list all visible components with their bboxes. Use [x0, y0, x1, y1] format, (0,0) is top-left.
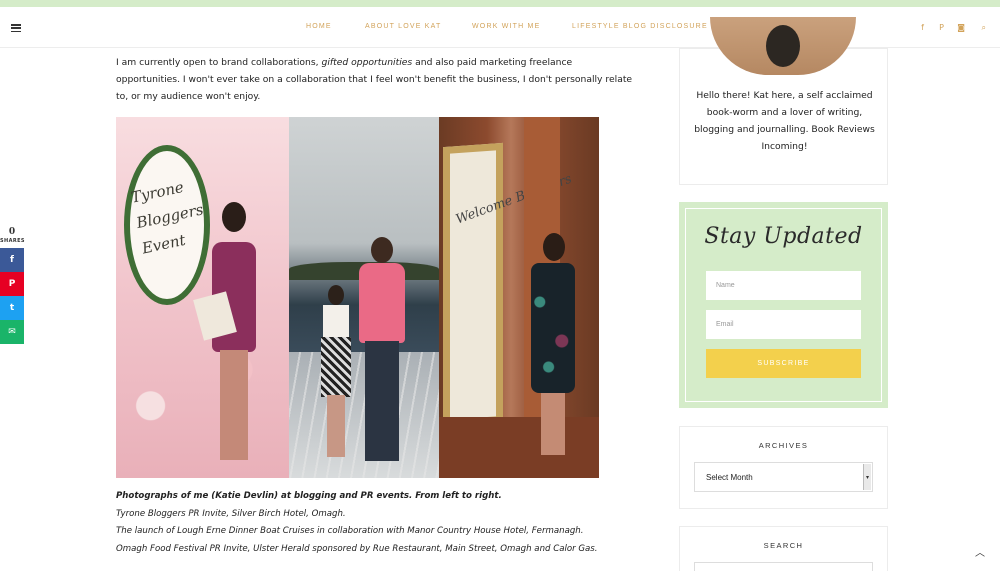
social-share-bar: 0 SHARES f P t ✉ [0, 226, 25, 344]
caption-title: Photographs of me (Katie Devlin) at blog… [116, 491, 502, 501]
search-icon[interactable]: ⌕ [982, 23, 986, 33]
nav-item-work[interactable]: WORK WITH ME [472, 23, 540, 30]
man-figure [359, 237, 405, 467]
woman-figure [319, 285, 353, 460]
photo-collage: Tyrone Bloggers Event Welcome Bloggers [116, 117, 599, 478]
newsletter-title: Stay Updated [704, 224, 863, 249]
twitter-icon: t [9, 303, 15, 313]
search-widget: SEARCH [679, 526, 888, 571]
about-text: Hello there! Kat here, a self acclaimed … [694, 90, 875, 152]
intro-text-part1: I am currently open to brand collaborati… [116, 57, 322, 68]
archives-widget: ARCHIVES Select Month ▾ [679, 426, 888, 509]
caption-line: Tyrone Bloggers PR Invite, Silver Birch … [116, 508, 346, 519]
photo-tyrone-bloggers: Tyrone Bloggers Event [116, 117, 289, 478]
newsletter-widget: Stay Updated Name Email SUBSCRIBE [679, 202, 888, 408]
instagram-icon[interactable]: ◙ [957, 23, 965, 32]
post-content: I am currently open to brand collaborati… [116, 54, 636, 105]
share-count: 0 [8, 227, 16, 237]
search-title: SEARCH [763, 541, 804, 550]
archives-select[interactable]: Select Month ▾ [694, 462, 873, 492]
share-label: SHARES [0, 238, 25, 244]
facebook-icon[interactable]: f [921, 23, 924, 32]
name-input[interactable]: Name [706, 271, 861, 300]
nav-item-home[interactable]: HOME [306, 23, 332, 30]
nav-item-about[interactable]: ABOUT LOVE KAT [365, 23, 441, 30]
pinterest-icon: P [8, 279, 16, 289]
pinterest-icon[interactable]: P [939, 23, 944, 32]
intro-text-italic: gifted opportunities [321, 57, 413, 68]
intro-paragraph: I am currently open to brand collaborati… [116, 54, 636, 105]
subscribe-button[interactable]: SUBSCRIBE [706, 349, 861, 378]
welcome-mirror-sign [443, 142, 503, 428]
share-email-button[interactable]: ✉ [0, 320, 24, 344]
chevron-down-icon[interactable]: ▾ [863, 464, 871, 490]
photo-lough-erne-cruise [289, 117, 439, 478]
facebook-icon: f [10, 255, 14, 265]
woman-figure [531, 233, 575, 463]
back-to-top-icon[interactable]: ︿ [975, 544, 985, 559]
floor [439, 417, 599, 478]
caption-line: Omagh Food Festival PR Invite, Ulster He… [116, 543, 598, 554]
archives-select-value: Select Month [706, 472, 753, 482]
avatar [710, 17, 856, 75]
about-widget: Hello there! Kat here, a self acclaimed … [679, 17, 888, 185]
share-twitter-button[interactable]: t [0, 296, 24, 320]
nav-item-disclosure[interactable]: LIFESTYLE BLOG DISCLOSURE [572, 23, 708, 30]
email-input[interactable]: Email [706, 310, 861, 339]
email-icon: ✉ [8, 327, 16, 337]
share-facebook-button[interactable]: f [0, 248, 24, 272]
top-accent-strip [0, 0, 1000, 7]
share-pinterest-button[interactable]: P [0, 272, 24, 296]
archives-title: ARCHIVES [758, 441, 809, 450]
caption-line: The launch of Lough Erne Dinner Boat Cru… [116, 526, 584, 537]
search-input[interactable] [694, 562, 873, 571]
photo-caption: Photographs of me (Katie Devlin) at blog… [116, 488, 656, 558]
photo-omagh-food-festival: Welcome Bloggers [439, 117, 599, 478]
